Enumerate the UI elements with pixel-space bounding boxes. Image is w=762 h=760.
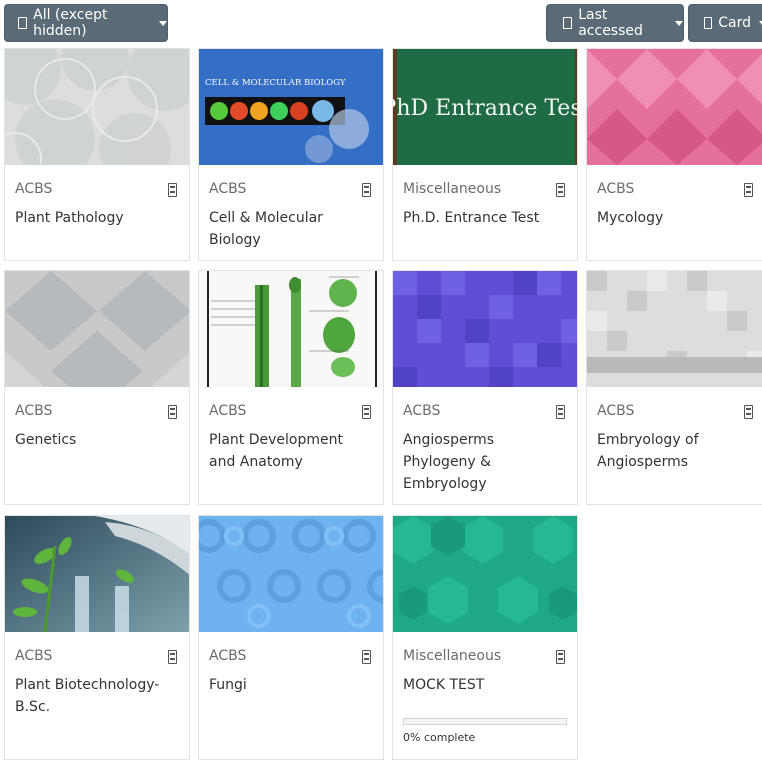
course-actions-icon[interactable] xyxy=(362,650,371,664)
course-actions-icon[interactable] xyxy=(362,183,371,197)
course-category: ACBS xyxy=(209,181,247,197)
course-image[interactable] xyxy=(393,271,577,387)
course-title[interactable]: Genetics xyxy=(15,429,165,451)
course-card[interactable]: CELL & MOLECULAR BIOLOGY ACBS Cell & Mol… xyxy=(198,48,384,261)
course-image[interactable]: CELL & MOLECULAR BIOLOGY xyxy=(199,49,383,165)
banner-text: PhD Entrance Test xyxy=(393,96,577,121)
sort-label: Last accessed xyxy=(578,7,643,39)
filter-label: All (except hidden) xyxy=(33,7,108,39)
course-card[interactable]: ACBS Plant Pathology xyxy=(4,48,190,261)
chevron-down-icon xyxy=(675,20,683,26)
course-card[interactable]: ACBS Embryology of Angiosperms xyxy=(586,270,762,505)
course-progress-bar xyxy=(403,718,567,725)
course-image[interactable] xyxy=(5,271,189,387)
course-image[interactable] xyxy=(587,271,762,387)
view-dropdown-button[interactable]: Card xyxy=(688,4,762,42)
filter-dropdown-button[interactable]: All (except hidden) xyxy=(4,4,168,42)
course-title[interactable]: Embryology of Angiosperms xyxy=(597,429,747,473)
course-title[interactable]: Angiosperms Phylogeny & Embryology xyxy=(403,429,553,495)
sort-dropdown-button[interactable]: Last accessed xyxy=(546,4,684,42)
course-card[interactable]: ACBS Genetics xyxy=(4,270,190,505)
course-category: ACBS xyxy=(597,403,635,419)
course-title[interactable]: Ph.D. Entrance Test xyxy=(403,207,553,229)
course-card[interactable]: ACBS Fungi xyxy=(198,515,384,760)
view-label: Card xyxy=(718,15,751,31)
course-image[interactable] xyxy=(587,49,762,165)
course-actions-icon[interactable] xyxy=(744,405,753,419)
course-card[interactable]: ACBS Plant Development and Anatomy xyxy=(198,270,384,505)
course-actions-icon[interactable] xyxy=(556,650,565,664)
course-category: ACBS xyxy=(15,181,53,197)
course-category: ACBS xyxy=(209,648,247,664)
course-category: Miscellaneous xyxy=(403,648,502,664)
course-actions-icon[interactable] xyxy=(556,183,565,197)
filter-icon xyxy=(18,17,28,29)
course-card[interactable]: ACBS Mycology xyxy=(586,48,762,261)
course-title[interactable]: Plant Biotechnology-B.Sc. xyxy=(15,674,165,718)
view-icon xyxy=(704,17,713,29)
course-category: Miscellaneous xyxy=(403,181,502,197)
course-image[interactable]: PhD Entrance Test xyxy=(393,49,577,165)
banner-text: CELL & MOLECULAR BIOLOGY xyxy=(205,78,346,88)
course-title[interactable]: Plant Development and Anatomy xyxy=(209,429,359,473)
course-category: ACBS xyxy=(597,181,635,197)
course-actions-icon[interactable] xyxy=(168,183,177,197)
course-title[interactable]: Plant Pathology xyxy=(15,207,165,229)
course-image[interactable] xyxy=(199,516,383,632)
course-image[interactable] xyxy=(5,516,189,632)
course-category: ACBS xyxy=(403,403,441,419)
course-category: ACBS xyxy=(15,403,53,419)
progress-text: 0% complete xyxy=(403,731,476,744)
course-card[interactable]: PhD Entrance Test Miscellaneous Ph.D. En… xyxy=(392,48,578,261)
course-image[interactable] xyxy=(199,271,383,387)
course-card[interactable]: Miscellaneous MOCK TEST 0% complete xyxy=(392,515,578,760)
course-card[interactable]: ACBS Plant Biotechnology-B.Sc. xyxy=(4,515,190,760)
course-actions-icon[interactable] xyxy=(556,405,565,419)
course-title[interactable]: MOCK TEST xyxy=(403,674,553,696)
course-card[interactable]: ACBS Angiosperms Phylogeny & Embryology xyxy=(392,270,578,505)
course-title[interactable]: Mycology xyxy=(597,207,747,229)
course-category: ACBS xyxy=(15,648,53,664)
course-title[interactable]: Cell & Molecular Biology xyxy=(209,207,359,251)
course-category: ACBS xyxy=(209,403,247,419)
course-image[interactable] xyxy=(5,49,189,165)
course-toolbar: All (except hidden) Last accessed Card xyxy=(0,0,762,48)
course-actions-icon[interactable] xyxy=(168,405,177,419)
sort-icon xyxy=(563,17,573,29)
chevron-down-icon xyxy=(159,20,167,26)
course-actions-icon[interactable] xyxy=(168,650,177,664)
course-actions-icon[interactable] xyxy=(744,183,753,197)
course-actions-icon[interactable] xyxy=(362,405,371,419)
course-title[interactable]: Fungi xyxy=(209,674,359,696)
course-image[interactable] xyxy=(393,516,577,632)
